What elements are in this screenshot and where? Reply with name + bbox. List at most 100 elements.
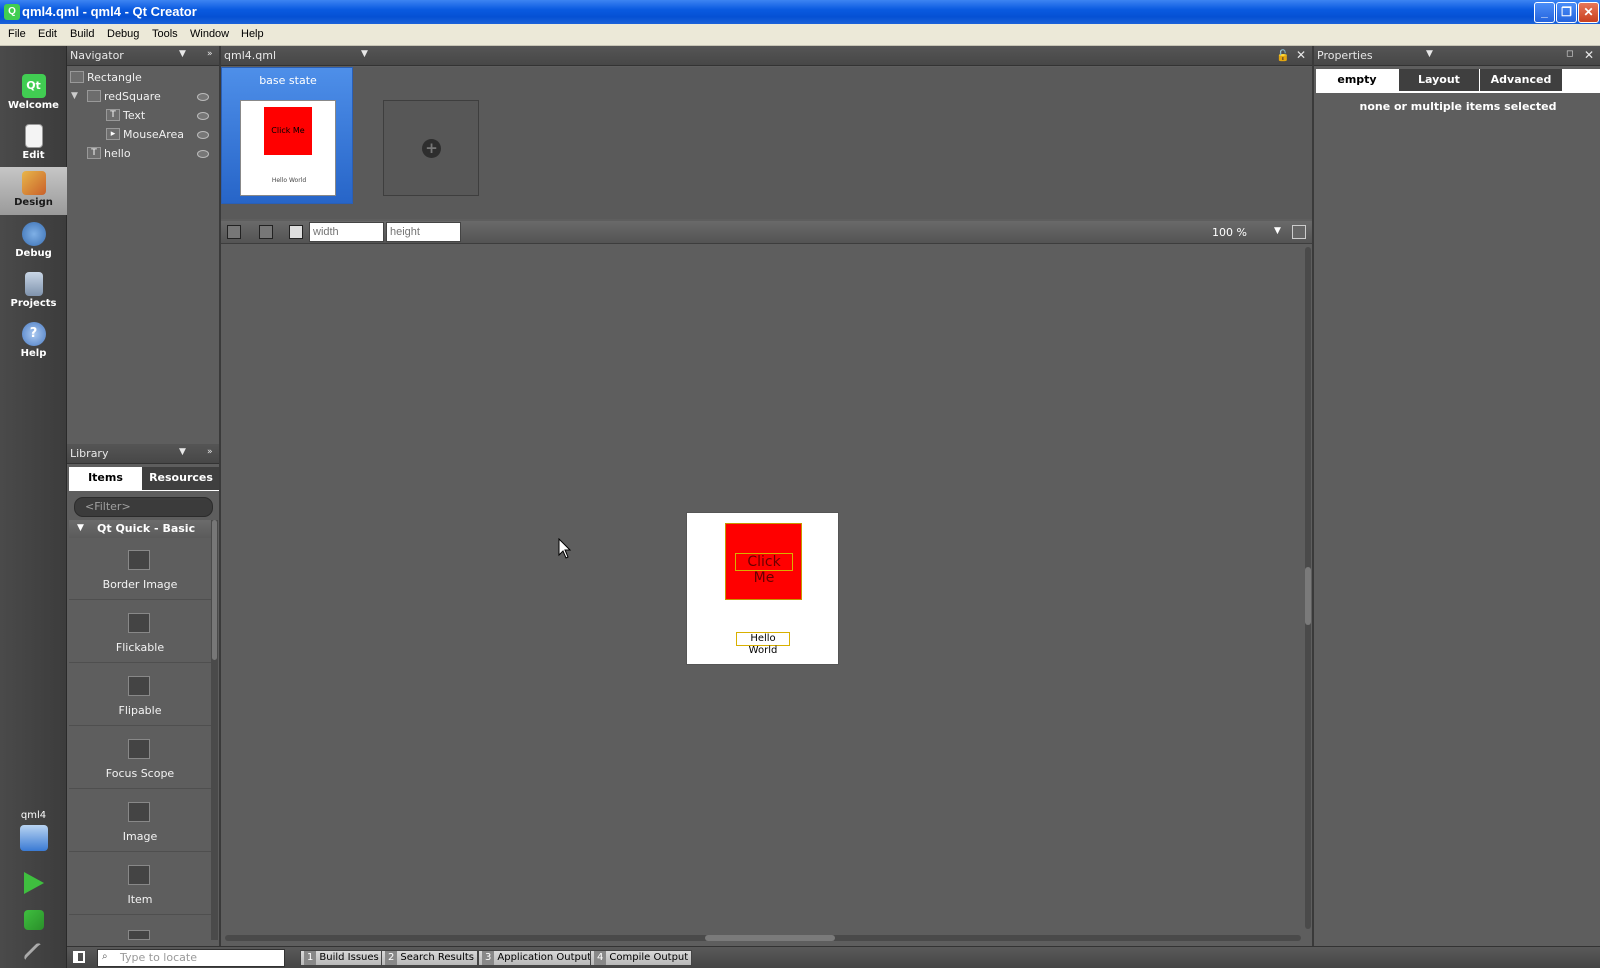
- minimize-button[interactable]: _: [1534, 2, 1555, 23]
- left-splitter[interactable]: [219, 46, 221, 946]
- locate-input[interactable]: Type to locate: [97, 949, 285, 967]
- expand-arrow-icon[interactable]: ▼: [71, 91, 78, 101]
- tree-item-redsquare[interactable]: ▼ redSquare: [67, 87, 217, 106]
- visibility-eye-icon[interactable]: [197, 93, 209, 101]
- navigator-dropdown-icon[interactable]: ▼: [179, 49, 186, 59]
- library-tabs: Items Resources: [69, 467, 220, 491]
- tab-empty[interactable]: empty: [1316, 69, 1398, 91]
- add-state-button[interactable]: +: [383, 100, 479, 196]
- library-scrollbar-handle[interactable]: [212, 520, 217, 660]
- library-item-flickable[interactable]: Flickable: [69, 601, 211, 663]
- flickable-icon: [128, 613, 150, 633]
- width-input[interactable]: [309, 222, 384, 242]
- visibility-eye-icon[interactable]: [197, 112, 209, 120]
- visibility-eye-icon[interactable]: [197, 131, 209, 139]
- hello-world-text[interactable]: Hello World: [736, 632, 790, 656]
- red-square[interactable]: Click Me: [725, 523, 802, 600]
- menu-edit[interactable]: Edit: [38, 28, 57, 40]
- menu-tools[interactable]: Tools: [152, 28, 178, 40]
- library-category[interactable]: ▼ Qt Quick - Basic: [69, 520, 211, 538]
- close-window-button[interactable]: ✕: [1578, 2, 1599, 23]
- library-header: Library ▼ »: [67, 444, 219, 464]
- horizontal-scrollbar-handle[interactable]: [705, 935, 835, 941]
- height-input[interactable]: [386, 222, 461, 242]
- canvas-horizontal-scrollbar[interactable]: [225, 935, 1301, 941]
- tab-advanced[interactable]: Advanced: [1480, 69, 1562, 91]
- select-tool-icon[interactable]: [227, 225, 241, 239]
- library-item-flipable[interactable]: Flipable: [69, 664, 211, 726]
- library-dropdown-icon[interactable]: ▼: [179, 447, 186, 457]
- library-item-image[interactable]: Image: [69, 790, 211, 852]
- output-build-issues[interactable]: 1 Build Issues: [300, 950, 383, 966]
- library-scrollbar[interactable]: [211, 520, 218, 940]
- mode-design[interactable]: Design: [0, 167, 67, 215]
- qml-root-rectangle[interactable]: Click Me Hello World: [686, 512, 839, 665]
- output-application-output[interactable]: 3 Application Output: [478, 950, 596, 966]
- tab-layout[interactable]: Layout: [1399, 69, 1479, 91]
- mouse-cursor-icon: [558, 538, 572, 559]
- tree-item-mousearea[interactable]: ▸ MouseArea: [67, 125, 217, 144]
- navigator-split-icon[interactable]: »: [207, 49, 213, 59]
- lock-icon: 🔓: [1276, 49, 1290, 62]
- tab-items[interactable]: Items: [69, 467, 142, 490]
- click-me-text[interactable]: Click Me: [735, 553, 793, 586]
- menu-window[interactable]: Window: [190, 28, 229, 40]
- mode-welcome[interactable]: Qt Welcome: [0, 70, 67, 118]
- library-item-border-image[interactable]: Border Image: [69, 538, 211, 600]
- menu-build[interactable]: Build: [70, 28, 94, 40]
- library-item-item[interactable]: Item: [69, 853, 211, 915]
- zoom-level[interactable]: 100 %: [1212, 226, 1247, 239]
- mode-debug[interactable]: Debug: [0, 218, 67, 266]
- visibility-eye-icon[interactable]: [197, 150, 209, 158]
- tree-item-hello[interactable]: T hello: [67, 144, 217, 163]
- restore-button[interactable]: ❐: [1556, 2, 1577, 23]
- properties-header: Properties ▼ ◻ ✕: [1314, 46, 1600, 66]
- tree-item-text[interactable]: T Text: [67, 106, 217, 125]
- menu-file[interactable]: File: [8, 28, 26, 40]
- open-file-name[interactable]: qml4.qml: [224, 49, 276, 62]
- toggle-sidebar-icon[interactable]: [73, 951, 85, 963]
- library-filter-input[interactable]: <Filter>: [74, 497, 213, 517]
- output-compile-output[interactable]: 4 Compile Output: [590, 950, 693, 966]
- vertical-scrollbar-handle[interactable]: [1305, 567, 1311, 625]
- menu-help[interactable]: Help: [241, 28, 264, 40]
- zoom-dropdown-icon[interactable]: ▼: [1274, 226, 1281, 236]
- right-splitter[interactable]: [1312, 46, 1314, 946]
- canvas-toolbar: 100 % ▼: [221, 221, 1312, 244]
- run-icon: [23, 872, 44, 894]
- library-item-focus-scope[interactable]: Focus Scope: [69, 727, 211, 789]
- tree-item-rectangle[interactable]: Rectangle: [67, 68, 217, 87]
- menu-debug[interactable]: Debug: [107, 28, 139, 40]
- projects-book-icon: [24, 272, 43, 296]
- thumbnail-hello-text: Hello World: [271, 177, 307, 184]
- canvas-color-icon[interactable]: [289, 225, 303, 239]
- rectangle-icon: [70, 71, 84, 83]
- mode-projects[interactable]: Projects: [0, 268, 67, 316]
- text-icon: T: [106, 109, 120, 121]
- library-item-partial[interactable]: [69, 916, 211, 940]
- mode-help[interactable]: ? Help: [0, 318, 67, 366]
- kit-selector[interactable]: qml4: [0, 808, 67, 864]
- library-split-icon[interactable]: »: [207, 447, 213, 457]
- tab-resources[interactable]: Resources: [142, 467, 220, 490]
- rectangle-icon: [87, 90, 101, 102]
- close-properties-icon[interactable]: ✕: [1584, 48, 1594, 62]
- run-button[interactable]: [0, 864, 67, 904]
- float-panel-icon[interactable]: ◻: [1566, 49, 1573, 59]
- mode-edit[interactable]: Edit: [0, 120, 67, 168]
- debug-run-icon: [23, 910, 44, 930]
- canvas-vertical-scrollbar[interactable]: [1305, 247, 1311, 929]
- help-question-icon: ?: [21, 322, 46, 346]
- build-button[interactable]: [0, 938, 67, 968]
- reset-view-icon[interactable]: [1292, 225, 1306, 239]
- qt-logo-icon: Qt: [21, 74, 46, 98]
- output-search-results[interactable]: 2 Search Results: [381, 950, 479, 966]
- properties-title: Properties: [1317, 49, 1373, 62]
- debug-run-button[interactable]: [0, 902, 67, 942]
- properties-dropdown-icon[interactable]: ▼: [1426, 49, 1433, 59]
- base-state[interactable]: base state Click Me Hello World: [221, 67, 353, 204]
- properties-message: none or multiple items selected: [1359, 100, 1557, 113]
- fit-tool-icon[interactable]: [259, 225, 273, 239]
- close-editor-icon[interactable]: ✕: [1296, 48, 1306, 62]
- file-dropdown-icon[interactable]: ▼: [361, 49, 368, 59]
